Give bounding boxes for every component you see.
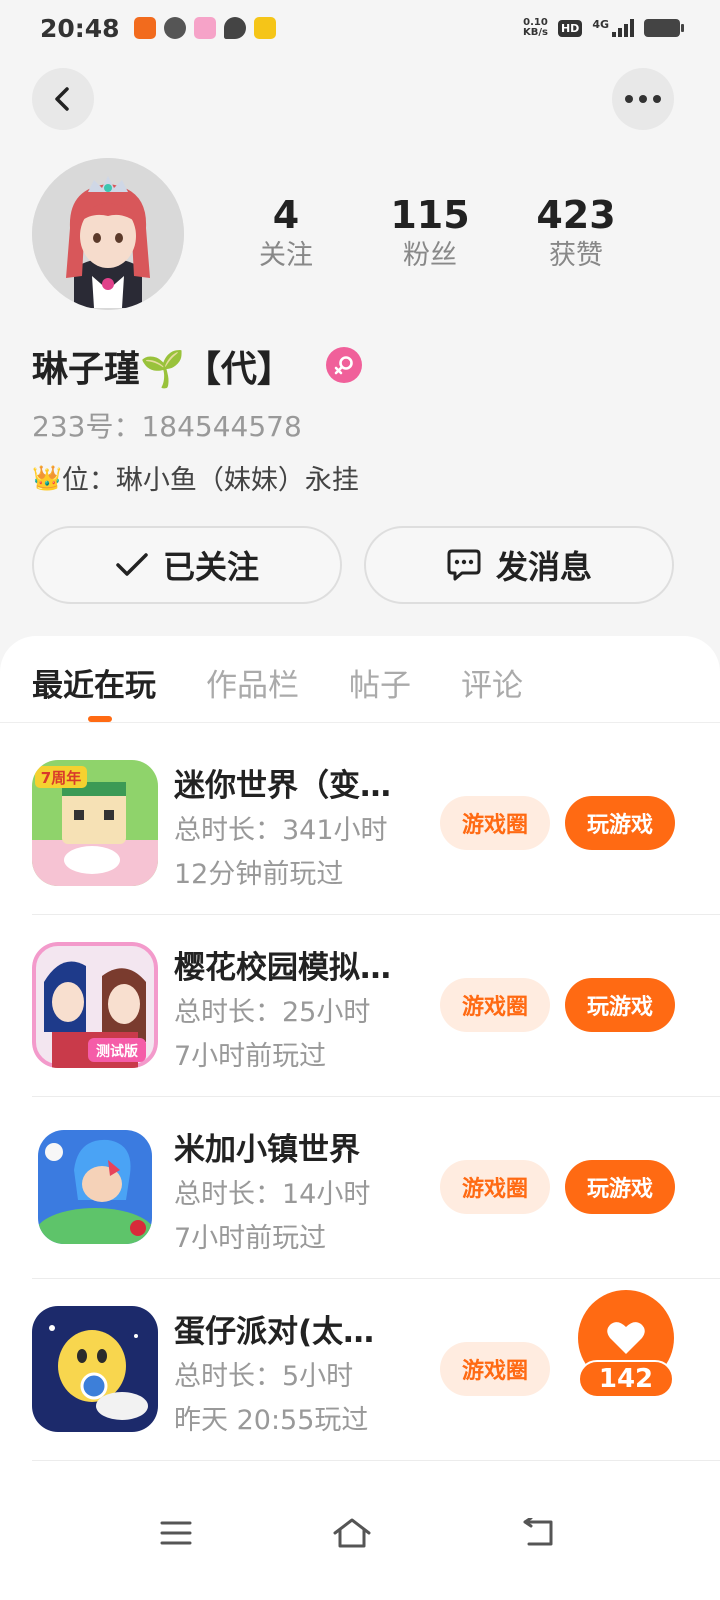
game-icon-miga-town [38, 1130, 152, 1244]
game-circle-button[interactable]: 游戏圈 [440, 1342, 550, 1396]
tab-works[interactable]: 作品栏 [206, 660, 299, 705]
list-item[interactable]: 7周年 迷你世界（变… 总时长：341小时 12分钟前玩过 游戏圈 玩游戏 [0, 760, 720, 942]
divider [32, 1096, 720, 1097]
net-speed: 0.10 KB/s [522, 17, 548, 38]
back-nav-button[interactable] [508, 1508, 568, 1558]
game-title: 樱花校园模拟… [174, 950, 391, 986]
signal-icon: 4G [592, 19, 634, 37]
battery-icon [644, 19, 684, 37]
back-button[interactable] [32, 68, 94, 130]
message-notification-icon [223, 17, 246, 39]
stat-likes[interactable]: 423 获赞 [516, 192, 636, 274]
stat-value: 4 [272, 193, 300, 237]
game-duration: 总时长：5小时 [174, 1361, 354, 1392]
crown-icon: 👑 [32, 463, 62, 492]
game-duration: 总时长：341小时 [174, 815, 388, 846]
stat-label: 关注 [259, 240, 313, 271]
status-time: 20:48 [40, 13, 120, 43]
game-last-played: 7小时前玩过 [174, 1041, 327, 1072]
avatar[interactable] [32, 158, 184, 310]
send-message-button[interactable]: 发消息 [364, 526, 674, 604]
game-title: 蛋仔派对(太… [174, 1314, 375, 1350]
divider [32, 1278, 720, 1279]
game-icon-mini-world: 7周年 [32, 760, 158, 886]
play-game-button[interactable]: 玩游戏 [565, 978, 675, 1032]
game-icon-eggy-party [32, 1306, 158, 1432]
play-game-button[interactable]: 玩游戏 [565, 796, 675, 850]
female-icon [326, 347, 362, 383]
tab-recent-played[interactable]: 最近在玩 [32, 660, 156, 705]
stat-following[interactable]: 4 关注 [226, 192, 346, 274]
game-last-played: 7小时前玩过 [174, 1223, 327, 1254]
status-bar: 20:48 0.10 KB/s HD 4G [0, 0, 720, 56]
game-circle-button[interactable]: 游戏圈 [440, 1160, 550, 1214]
menu-nav-button[interactable] [146, 1508, 206, 1558]
chat-bubble-icon [447, 549, 481, 581]
bio: 👑 位：琳小鱼（妹妹）永挂 [32, 458, 359, 497]
tab-posts[interactable]: 帖子 [349, 660, 411, 705]
more-button[interactable] [612, 68, 674, 130]
play-game-button[interactable]: 玩游戏 [565, 1160, 675, 1214]
list-item[interactable]: 米加小镇世界 总时长：14小时 7小时前玩过 游戏圈 玩游戏 [0, 1124, 720, 1306]
game-last-played: 昨天 20:55玩过 [174, 1405, 369, 1436]
game-title: 迷你世界（变… [174, 768, 391, 804]
game-circle-button[interactable]: 游戏圈 [440, 796, 550, 850]
app-notification-icon [133, 17, 156, 39]
game-title: 米加小镇世界 [174, 1132, 360, 1168]
chevron-left-icon [55, 87, 69, 111]
heart-icon [607, 1322, 645, 1354]
divider [32, 914, 720, 915]
tab-bar: 最近在玩 作品栏 帖子 评论 [32, 660, 523, 705]
system-nav-bar [0, 1490, 720, 1600]
stat-value: 423 [536, 193, 616, 237]
menu-icon [160, 1521, 192, 1545]
check-icon [116, 553, 148, 576]
game-duration: 总时长：14小时 [174, 1179, 371, 1210]
list-item[interactable]: 测试版 樱花校园模拟… 总时长：25小时 7小时前玩过 游戏圈 玩游戏 [0, 942, 720, 1124]
notification-icons [133, 17, 276, 39]
followed-label: 已关注 [162, 548, 259, 586]
stat-label: 获赞 [549, 240, 603, 271]
stat-label: 粉丝 [403, 240, 457, 271]
bio-text: 位：琳小鱼（妹妹）永挂 [61, 465, 359, 496]
tab-comments[interactable]: 评论 [461, 660, 523, 705]
content-sheet: 最近在玩 作品栏 帖子 评论 7周年 迷你世界（变… 总时长：341小时 12分… [0, 636, 720, 1600]
like-count: 142 [578, 1360, 674, 1398]
home-icon [333, 1518, 371, 1548]
game-duration: 总时长：25小时 [174, 997, 371, 1028]
more-dots-icon [625, 95, 661, 103]
stat-fans[interactable]: 115 粉丝 [370, 192, 490, 274]
back-icon [523, 1518, 553, 1546]
game-icon-sakura-school: 测试版 [32, 942, 158, 1068]
app-notification-icon [163, 17, 186, 39]
followed-button[interactable]: 已关注 [32, 526, 342, 604]
like-button[interactable]: 142 [578, 1290, 674, 1406]
game-icon-badge: 测试版 [96, 1043, 138, 1060]
home-nav-button[interactable] [322, 1508, 382, 1558]
game-last-played: 12分钟前玩过 [174, 859, 344, 890]
stat-value: 115 [390, 193, 470, 237]
game-circle-button[interactable]: 游戏圈 [440, 978, 550, 1032]
username: 琳子瑾🌱【代】 [32, 349, 293, 390]
user-id: 233号：184544578 [32, 410, 302, 443]
divider [0, 722, 720, 723]
game-icon-badge: 7周年 [41, 769, 81, 787]
divider [32, 1460, 720, 1461]
send-message-label: 发消息 [495, 548, 592, 586]
app-notification-icon [253, 17, 276, 39]
hd-badge: HD [557, 19, 583, 37]
app-notification-icon [193, 17, 216, 39]
